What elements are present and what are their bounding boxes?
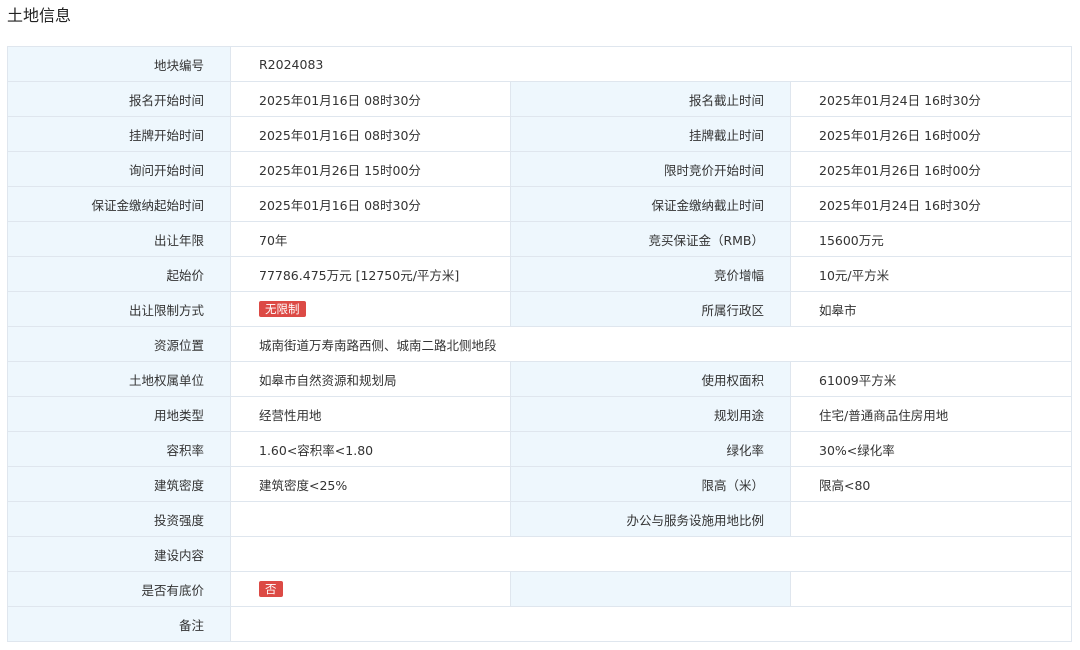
restriction-badge: 无限制	[259, 301, 306, 317]
height-value: 限高<80	[789, 466, 1073, 502]
empty-value-cell	[789, 571, 1073, 607]
empty-label-cell	[510, 571, 791, 607]
office-ratio-label: 办公与服务设施用地比例	[510, 501, 791, 537]
inquiry-start-label: 询问开始时间	[7, 151, 231, 187]
location-value: 城南街道万寿南路西侧、城南二路北侧地段	[229, 326, 1073, 362]
reg-start-label: 报名开始时间	[7, 81, 231, 117]
density-label: 建筑密度	[7, 466, 231, 502]
section-title: 土地信息	[7, 6, 72, 25]
deposit-end-value: 2025年01月24日 16时30分	[789, 186, 1073, 222]
area-label: 使用权面积	[510, 361, 791, 397]
table-row: 地块编号 R2024083	[7, 46, 1073, 82]
term-value: 70年	[230, 221, 511, 257]
table-row: 起始价 77786.475万元 [12750元/平方米] 竞价增幅 10元/平方…	[7, 256, 1073, 292]
density-value: 建筑密度<25%	[230, 466, 511, 502]
height-label: 限高（米）	[510, 466, 791, 502]
restriction-cell: 无限制	[230, 291, 511, 327]
restriction-label: 出让限制方式	[7, 291, 231, 327]
reg-start-value: 2025年01月16日 08时30分	[230, 81, 511, 117]
list-start-value: 2025年01月16日 08时30分	[230, 116, 511, 152]
reserve-price-badge: 否	[259, 581, 283, 597]
start-price-label: 起始价	[7, 256, 231, 292]
far-value: 1.60<容积率<1.80	[230, 431, 511, 467]
far-label: 容积率	[7, 431, 231, 467]
planned-use-label: 规划用途	[510, 396, 791, 432]
start-price-value: 77786.475万元 [12750元/平方米]	[230, 256, 511, 292]
land-type-value: 经营性用地	[230, 396, 511, 432]
owner-value: 如皋市自然资源和规划局	[230, 361, 511, 397]
list-start-label: 挂牌开始时间	[7, 116, 231, 152]
remarks-label: 备注	[7, 606, 231, 642]
table-row: 出让年限 70年 竞买保证金（RMB） 15600万元	[7, 221, 1073, 257]
timed-bid-start-label: 限时竞价开始时间	[510, 151, 791, 187]
investment-label: 投资强度	[7, 501, 231, 537]
plot-no-label: 地块编号	[7, 46, 231, 82]
table-row: 投资强度 办公与服务设施用地比例	[7, 501, 1073, 537]
green-rate-value: 30%<绿化率	[789, 431, 1073, 467]
deposit-end-label: 保证金缴纳截止时间	[510, 186, 791, 222]
planned-use-value: 住宅/普通商品住房用地	[789, 396, 1073, 432]
table-row: 土地权属单位 如皋市自然资源和规划局 使用权面积 61009平方米	[7, 361, 1073, 397]
deposit-start-value: 2025年01月16日 08时30分	[230, 186, 511, 222]
table-row: 询问开始时间 2025年01月26日 15时00分 限时竞价开始时间 2025年…	[7, 151, 1073, 187]
list-end-label: 挂牌截止时间	[510, 116, 791, 152]
table-row: 保证金缴纳起始时间 2025年01月16日 08时30分 保证金缴纳截止时间 2…	[7, 186, 1073, 222]
investment-value	[230, 501, 511, 537]
district-label: 所属行政区	[510, 291, 791, 327]
reserve-price-label: 是否有底价	[7, 571, 231, 607]
land-type-label: 用地类型	[7, 396, 231, 432]
table-row: 出让限制方式 无限制 所属行政区 如皋市	[7, 291, 1073, 327]
reg-end-value: 2025年01月24日 16时30分	[789, 81, 1073, 117]
list-end-value: 2025年01月26日 16时00分	[789, 116, 1073, 152]
green-rate-label: 绿化率	[510, 431, 791, 467]
location-label: 资源位置	[7, 326, 231, 362]
increment-value: 10元/平方米	[789, 256, 1073, 292]
owner-label: 土地权属单位	[7, 361, 231, 397]
area-value: 61009平方米	[789, 361, 1073, 397]
reserve-price-cell: 否	[230, 571, 511, 607]
office-ratio-value	[789, 501, 1073, 537]
table-row: 建设内容	[7, 536, 1073, 572]
table-row: 建筑密度 建筑密度<25% 限高（米） 限高<80	[7, 466, 1073, 502]
inquiry-start-value: 2025年01月26日 15时00分	[230, 151, 511, 187]
reg-end-label: 报名截止时间	[510, 81, 791, 117]
remarks-value	[229, 606, 1073, 642]
district-value: 如皋市	[789, 291, 1073, 327]
bid-deposit-label: 竞买保证金（RMB）	[510, 221, 791, 257]
plot-no-value: R2024083	[229, 46, 1073, 82]
term-label: 出让年限	[7, 221, 231, 257]
table-row: 是否有底价 否	[7, 571, 1073, 607]
construction-label: 建设内容	[7, 536, 231, 572]
table-row: 资源位置 城南街道万寿南路西侧、城南二路北侧地段	[7, 326, 1073, 362]
increment-label: 竞价增幅	[510, 256, 791, 292]
table-row: 报名开始时间 2025年01月16日 08时30分 报名截止时间 2025年01…	[7, 81, 1073, 117]
table-row: 用地类型 经营性用地 规划用途 住宅/普通商品住房用地	[7, 396, 1073, 432]
table-row: 备注	[7, 606, 1073, 642]
table-row: 容积率 1.60<容积率<1.80 绿化率 30%<绿化率	[7, 431, 1073, 467]
bid-deposit-value: 15600万元	[789, 221, 1073, 257]
timed-bid-start-value: 2025年01月26日 16时00分	[789, 151, 1073, 187]
table-row: 挂牌开始时间 2025年01月16日 08时30分 挂牌截止时间 2025年01…	[7, 116, 1073, 152]
land-info-table: 地块编号 R2024083 报名开始时间 2025年01月16日 08时30分 …	[7, 46, 1073, 642]
deposit-start-label: 保证金缴纳起始时间	[7, 186, 231, 222]
construction-value	[229, 536, 1073, 572]
